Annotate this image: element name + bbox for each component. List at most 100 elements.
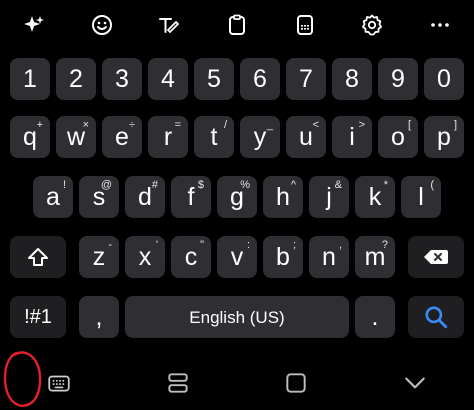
key-l[interactable]: l( xyxy=(401,176,441,218)
key-sublabel: ; xyxy=(292,239,296,251)
key-label: f xyxy=(187,182,195,211)
key-label: v xyxy=(230,242,244,271)
key-u[interactable]: u < xyxy=(286,116,326,158)
key-sublabel: ? xyxy=(381,239,388,251)
key-label: c xyxy=(184,242,198,271)
key-7[interactable]: 7 xyxy=(286,58,326,100)
key-9[interactable]: 9 xyxy=(378,58,418,100)
search-key[interactable] xyxy=(408,296,464,338)
key-x[interactable]: x ' xyxy=(125,236,165,278)
key-label: r xyxy=(163,122,173,151)
key-sublabel: ^ xyxy=(290,179,296,191)
key-sublabel: < xyxy=(312,119,319,131)
key-w[interactable]: w × xyxy=(56,116,96,158)
key-sublabel: [ xyxy=(407,119,411,131)
key-sublabel: # xyxy=(151,179,158,191)
key-n[interactable]: n, xyxy=(309,236,349,278)
key-d[interactable]: d # xyxy=(125,176,165,218)
backspace-key[interactable] xyxy=(408,236,464,278)
key-z[interactable]: z- xyxy=(79,236,119,278)
symbols-label: !#1 xyxy=(24,306,52,328)
search-icon xyxy=(425,306,448,329)
key-g[interactable]: g% xyxy=(217,176,257,218)
key-4[interactable]: 4 xyxy=(148,58,188,100)
key-label: p xyxy=(437,122,451,151)
key-label: i xyxy=(349,122,355,151)
key-label: 5 xyxy=(207,64,221,93)
key-t[interactable]: t / xyxy=(194,116,234,158)
recent-apps-icon[interactable] xyxy=(158,363,198,403)
clipboard-icon[interactable] xyxy=(219,7,255,43)
key-label: b xyxy=(276,242,290,271)
key-i[interactable]: i > xyxy=(332,116,372,158)
key-sublabel: : xyxy=(246,239,250,251)
key-q[interactable]: q + xyxy=(10,116,50,158)
key-0[interactable]: 0 xyxy=(424,58,464,100)
key-sublabel: % xyxy=(240,179,250,191)
key-o[interactable]: o[ xyxy=(378,116,418,158)
key-label: 4 xyxy=(161,64,175,93)
period-label: . xyxy=(371,302,379,331)
key-2[interactable]: 2 xyxy=(56,58,96,100)
keyboard-hide-icon[interactable] xyxy=(39,363,79,403)
key-sublabel: + xyxy=(36,119,43,131)
key-sublabel: ÷ xyxy=(128,119,135,131)
back-chevron-icon[interactable] xyxy=(395,363,435,403)
comma-key[interactable]: , xyxy=(79,296,119,338)
key-label: 8 xyxy=(345,64,359,93)
key-k[interactable]: k * xyxy=(355,176,395,218)
key-label: d xyxy=(138,182,152,211)
home-icon[interactable] xyxy=(276,363,316,403)
emoji-icon[interactable] xyxy=(84,7,120,43)
key-label: 2 xyxy=(69,64,83,93)
key-label: z xyxy=(92,242,106,271)
key-sublabel: @ xyxy=(100,179,112,191)
keyboard-mode-icon[interactable] xyxy=(287,7,323,43)
key-c[interactable]: c " xyxy=(171,236,211,278)
space-key[interactable]: English (US) xyxy=(125,296,349,338)
key-p[interactable]: p] xyxy=(424,116,464,158)
key-label: k xyxy=(368,182,382,211)
key-5[interactable]: 5 xyxy=(194,58,234,100)
key-e[interactable]: e ÷ xyxy=(102,116,142,158)
period-key[interactable]: . xyxy=(355,296,395,338)
key-3[interactable]: 3 xyxy=(102,58,142,100)
more-icon[interactable] xyxy=(422,7,458,43)
symbols-key[interactable]: !#1 xyxy=(10,296,66,338)
key-label: n xyxy=(322,242,336,271)
key-sublabel: = xyxy=(174,119,181,131)
key-6[interactable]: 6 xyxy=(240,58,280,100)
handwriting-icon[interactable] xyxy=(151,7,187,43)
key-v[interactable]: v: xyxy=(217,236,257,278)
key-label: l xyxy=(418,182,424,211)
key-sublabel: - xyxy=(108,239,112,251)
key-sublabel: , xyxy=(338,239,342,251)
key-label: j xyxy=(326,182,332,211)
key-f[interactable]: f $ xyxy=(171,176,211,218)
settings-icon[interactable] xyxy=(354,7,390,43)
key-sublabel: > xyxy=(358,119,365,131)
key-j[interactable]: j & xyxy=(309,176,349,218)
comma-label: , xyxy=(95,302,103,331)
key-label: 3 xyxy=(115,64,129,93)
key-label: 9 xyxy=(391,64,405,93)
navigation-bar xyxy=(0,356,474,410)
key-label: 6 xyxy=(253,64,267,93)
key-y[interactable]: y _ xyxy=(240,116,280,158)
key-1[interactable]: 1 xyxy=(10,58,50,100)
key-label: h xyxy=(276,182,290,211)
key-s[interactable]: s @ xyxy=(79,176,119,218)
key-h[interactable]: h ^ xyxy=(263,176,303,218)
key-label: 1 xyxy=(23,64,37,93)
key-sublabel: $ xyxy=(197,179,204,191)
key-m[interactable]: m? xyxy=(355,236,395,278)
key-label: e xyxy=(115,122,129,151)
key-a[interactable]: a! xyxy=(33,176,73,218)
key-sublabel: ] xyxy=(453,119,457,131)
key-8[interactable]: 8 xyxy=(332,58,372,100)
key-b[interactable]: b; xyxy=(263,236,303,278)
key-r[interactable]: r = xyxy=(148,116,188,158)
sparkle-icon[interactable] xyxy=(16,7,52,43)
shift-key[interactable] xyxy=(10,236,66,278)
keyboard-toolbar xyxy=(0,0,474,50)
